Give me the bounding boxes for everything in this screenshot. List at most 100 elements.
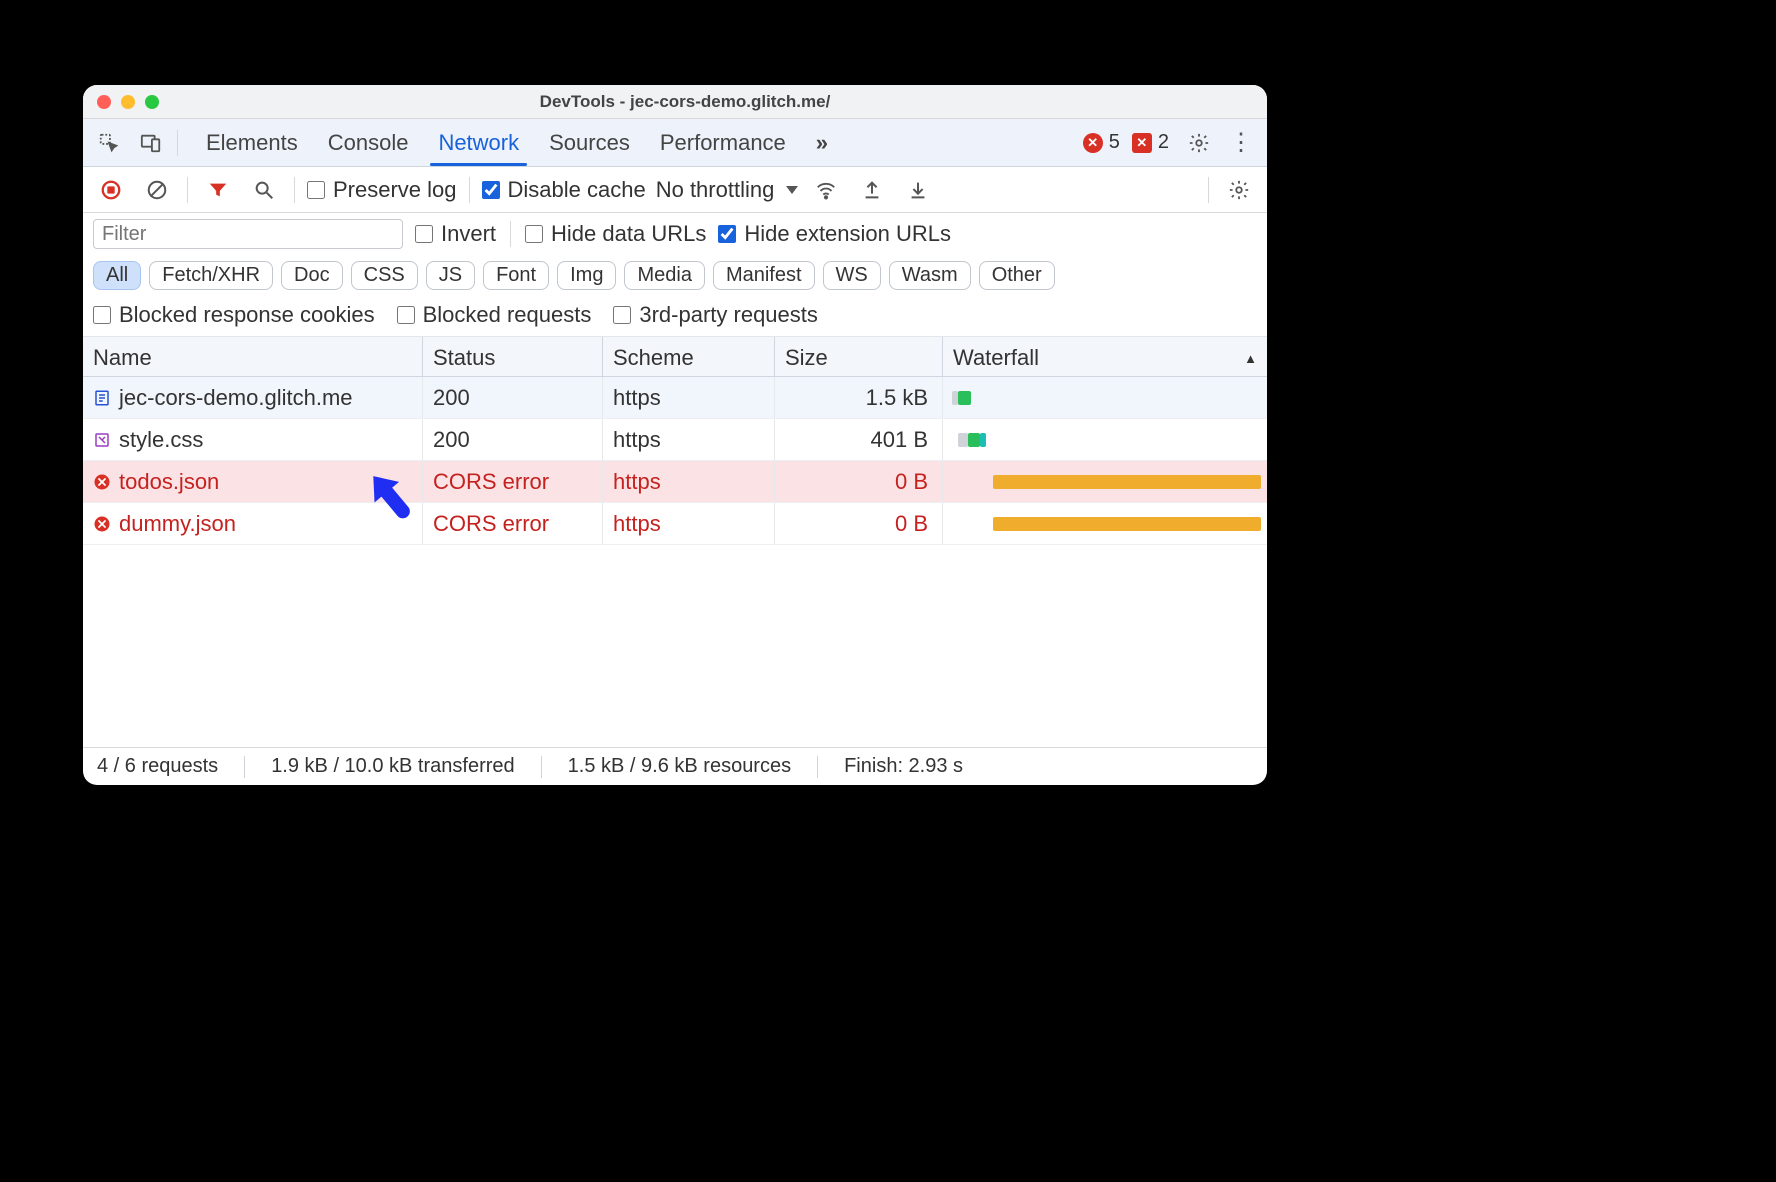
error-count-badge[interactable]: ✕ 5	[1083, 131, 1120, 154]
table-row[interactable]: todos.jsonCORS errorhttps0 B	[83, 461, 1267, 503]
window-title: DevTools - jec-cors-demo.glitch.me/	[159, 92, 1267, 112]
device-toolbar-icon[interactable]	[133, 125, 169, 161]
pill-fetch-xhr[interactable]: Fetch/XHR	[149, 261, 273, 290]
filter-icon[interactable]	[200, 172, 236, 208]
cell-status: CORS error	[423, 503, 603, 544]
cell-name: dummy.json	[83, 503, 423, 544]
invert-checkbox[interactable]: Invert	[415, 221, 496, 247]
tab-performance[interactable]: Performance	[646, 119, 800, 166]
pill-img[interactable]: Img	[557, 261, 616, 290]
divider	[1208, 177, 1209, 203]
disable-cache-checkbox[interactable]: Disable cache	[482, 177, 646, 203]
pill-ws[interactable]: WS	[823, 261, 881, 290]
table-row[interactable]: style.css200https401 B	[83, 419, 1267, 461]
window-maximize-icon[interactable]	[145, 95, 159, 109]
cell-scheme: https	[603, 503, 775, 544]
cell-scheme: https	[603, 377, 775, 418]
status-resources: 1.5 kB / 9.6 kB resources	[568, 755, 791, 778]
cell-status: CORS error	[423, 461, 603, 502]
panel-settings-icon[interactable]	[1221, 172, 1257, 208]
divider	[177, 130, 178, 156]
column-size[interactable]: Size	[775, 337, 943, 379]
issues-count: 2	[1158, 131, 1169, 154]
main-tabs: Elements Console Network Sources Perform…	[192, 119, 842, 166]
hide-extension-urls-checkbox[interactable]: Hide extension URLs	[718, 221, 951, 247]
preserve-log-label: Preserve log	[333, 177, 457, 203]
table-row[interactable]: jec-cors-demo.glitch.me200https1.5 kB	[83, 377, 1267, 419]
warning-icon: ✕	[1132, 133, 1152, 153]
third-party-checkbox[interactable]: 3rd-party requests	[613, 302, 818, 328]
table-header: Name Status Scheme Size Waterfall▲	[83, 337, 1267, 377]
cell-size: 401 B	[775, 419, 943, 460]
devtools-window: DevTools - jec-cors-demo.glitch.me/ Elem…	[83, 85, 1267, 785]
table-row[interactable]: dummy.jsonCORS errorhttps0 B	[83, 503, 1267, 545]
window-close-icon[interactable]	[97, 95, 111, 109]
cell-status: 200	[423, 419, 603, 460]
column-status[interactable]: Status	[423, 337, 603, 379]
resource-type-pills: All Fetch/XHR Doc CSS JS Font Img Media …	[93, 261, 1257, 290]
window-minimize-icon[interactable]	[121, 95, 135, 109]
tab-network[interactable]: Network	[424, 119, 533, 166]
divider	[187, 177, 188, 203]
pill-doc[interactable]: Doc	[281, 261, 343, 290]
blocked-requests-checkbox[interactable]: Blocked requests	[397, 302, 592, 328]
filter-bar: Invert Hide data URLs Hide extension URL…	[83, 213, 1267, 337]
requests-table: Name Status Scheme Size Waterfall▲ jec-c…	[83, 337, 1267, 747]
cell-size: 0 B	[775, 461, 943, 502]
tab-sources[interactable]: Sources	[535, 119, 644, 166]
column-name[interactable]: Name	[83, 337, 423, 379]
download-har-icon[interactable]	[900, 172, 936, 208]
pill-font[interactable]: Font	[483, 261, 549, 290]
column-scheme[interactable]: Scheme	[603, 337, 775, 379]
record-icon[interactable]	[93, 172, 129, 208]
titlebar: DevTools - jec-cors-demo.glitch.me/	[83, 85, 1267, 119]
network-toolbar: Preserve log Disable cache No throttling	[83, 167, 1267, 213]
preserve-log-checkbox[interactable]: Preserve log	[307, 177, 457, 203]
blocked-cookies-checkbox[interactable]: Blocked response cookies	[93, 302, 375, 328]
filter-input[interactable]	[93, 219, 403, 249]
status-bar: 4 / 6 requests 1.9 kB / 10.0 kB transfer…	[83, 747, 1267, 785]
hide-data-urls-checkbox[interactable]: Hide data URLs	[525, 221, 706, 247]
pill-media[interactable]: Media	[624, 261, 704, 290]
divider	[469, 177, 470, 203]
cell-waterfall	[943, 377, 1267, 418]
tab-console[interactable]: Console	[314, 119, 423, 166]
kebab-menu-icon[interactable]: ⋮	[1223, 125, 1259, 161]
cell-waterfall	[943, 503, 1267, 544]
pill-js[interactable]: JS	[426, 261, 475, 290]
status-requests: 4 / 6 requests	[97, 755, 218, 778]
cell-name: todos.json	[83, 461, 423, 502]
pill-all[interactable]: All	[93, 261, 141, 290]
cell-waterfall	[943, 419, 1267, 460]
network-conditions-icon[interactable]	[808, 172, 844, 208]
pill-css[interactable]: CSS	[351, 261, 418, 290]
divider	[510, 221, 511, 247]
traffic-lights	[83, 95, 159, 109]
cell-scheme: https	[603, 461, 775, 502]
main-tabs-bar: Elements Console Network Sources Perform…	[83, 119, 1267, 167]
upload-har-icon[interactable]	[854, 172, 890, 208]
cell-size: 0 B	[775, 503, 943, 544]
inspect-icon[interactable]	[91, 125, 127, 161]
cell-name: jec-cors-demo.glitch.me	[83, 377, 423, 418]
pill-other[interactable]: Other	[979, 261, 1055, 290]
column-waterfall[interactable]: Waterfall▲	[943, 337, 1267, 379]
status-finish: Finish: 2.93 s	[844, 755, 963, 778]
cell-scheme: https	[603, 419, 775, 460]
clear-icon[interactable]	[139, 172, 175, 208]
throttling-select[interactable]: No throttling	[656, 177, 799, 203]
search-icon[interactable]	[246, 172, 282, 208]
tabs-overflow[interactable]: »	[802, 119, 842, 166]
cell-status: 200	[423, 377, 603, 418]
extra-filter-checkboxes: Blocked response cookies Blocked request…	[93, 302, 1257, 332]
divider	[294, 177, 295, 203]
issues-count-badge[interactable]: ✕ 2	[1132, 131, 1169, 154]
settings-icon[interactable]	[1181, 125, 1217, 161]
pill-wasm[interactable]: Wasm	[889, 261, 971, 290]
tab-elements[interactable]: Elements	[192, 119, 312, 166]
throttling-value: No throttling	[656, 177, 775, 203]
cell-size: 1.5 kB	[775, 377, 943, 418]
cell-name: style.css	[83, 419, 423, 460]
error-count: 5	[1109, 131, 1120, 154]
pill-manifest[interactable]: Manifest	[713, 261, 815, 290]
